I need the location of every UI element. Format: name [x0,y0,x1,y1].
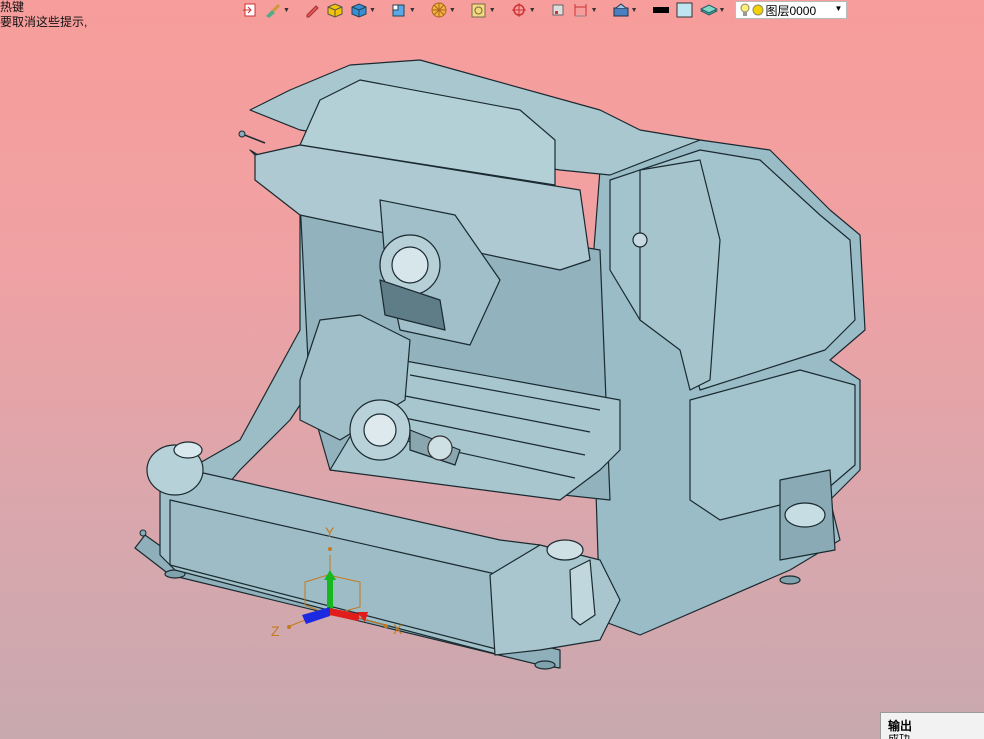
axis-y-label: Y [325,524,335,540]
output-title: 输出 [888,719,913,733]
axis-z-label: Z [271,623,280,639]
machine-model [134,59,866,670]
model-viewport[interactable]: Y X Z [0,0,984,739]
output-line: 成功... [881,734,984,739]
output-panel[interactable]: 输出 成功... [880,712,984,739]
axis-x-label: X [393,621,403,637]
